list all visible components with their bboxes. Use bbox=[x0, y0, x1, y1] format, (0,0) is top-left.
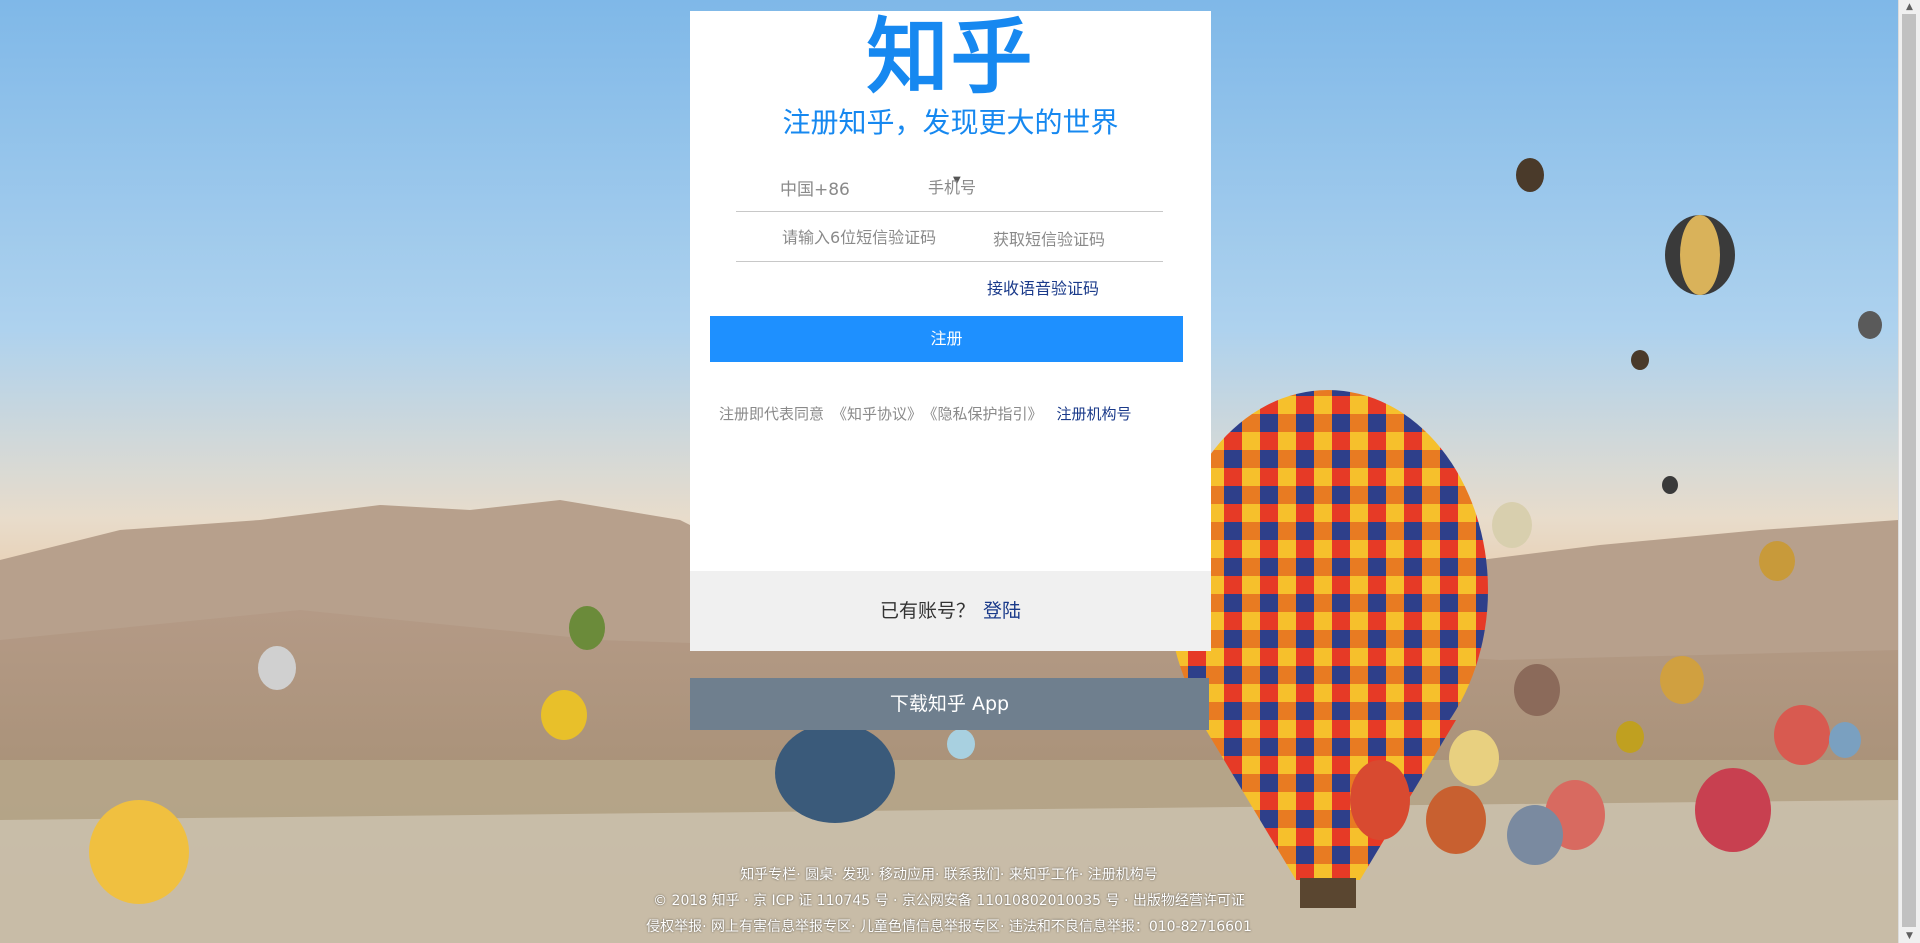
download-app-button[interactable]: 下载知乎 App bbox=[690, 678, 1209, 730]
vertical-scrollbar[interactable]: ▲ ▼ bbox=[1898, 0, 1920, 943]
register-button[interactable]: 注册 bbox=[710, 316, 1183, 362]
footer-link[interactable]: 移动应用 bbox=[879, 867, 935, 883]
privacy-link[interactable]: 《隐私保护指引》 bbox=[930, 405, 1043, 423]
footer-link[interactable]: 注册机构号 bbox=[1088, 867, 1158, 883]
zhihu-logo: 知乎 bbox=[866, 10, 1035, 105]
footer-link[interactable]: 来知乎工作 bbox=[1009, 867, 1079, 883]
footer-report-link[interactable]: 网上有害信息举报专区 bbox=[711, 919, 851, 935]
login-bar: 已有账号？ 登陆 bbox=[690, 571, 1211, 651]
agreement-prefix: 注册即代表同意 bbox=[719, 405, 825, 423]
slogan: 注册知乎，发现更大的世界 bbox=[782, 106, 1119, 139]
org-register-link[interactable]: 注册机构号 bbox=[1057, 405, 1132, 423]
footer-report-links: 侵权举报· 网上有害信息举报专区· 儿童色情信息举报专区· 违法和不良信息举报：… bbox=[646, 919, 1252, 935]
footer-link[interactable]: 知乎专栏 bbox=[740, 867, 796, 883]
terms-link[interactable]: 《知乎协议》 bbox=[832, 405, 922, 423]
phone-input[interactable] bbox=[926, 174, 1160, 200]
voice-code-link[interactable]: 接收语音验证码 bbox=[987, 275, 1099, 299]
phone-row: 中国+86 ▼ bbox=[736, 161, 1163, 212]
footer-link[interactable]: 圆桌 bbox=[805, 867, 833, 883]
footer-copyright: © 2018 知乎 · 京 ICP 证 110745 号 · 京公网安备 110… bbox=[653, 893, 1245, 909]
login-prompt: 已有账号？ bbox=[879, 600, 975, 622]
footer-link[interactable]: 发现 bbox=[842, 867, 870, 883]
footer-report-link[interactable]: 违法和不良信息举报：010-82716601 bbox=[1009, 919, 1252, 935]
country-code-select[interactable]: 中国+86 bbox=[780, 175, 850, 200]
sms-code-row: 获取短信验证码 bbox=[736, 211, 1163, 262]
footer-link[interactable]: 联系我们 bbox=[944, 867, 1000, 883]
get-sms-code-button[interactable]: 获取短信验证码 bbox=[993, 226, 1105, 250]
scroll-down-arrow-icon[interactable]: ▼ bbox=[1899, 929, 1920, 943]
scroll-up-arrow-icon[interactable]: ▲ bbox=[1899, 0, 1920, 14]
footer-report-link[interactable]: 儿童色情信息举报专区 bbox=[860, 919, 1000, 935]
login-link[interactable]: 登陆 bbox=[983, 600, 1021, 622]
agreement-text: 注册即代表同意 《知乎协议》 《隐私保护指引》 注册机构号 bbox=[719, 403, 1140, 424]
footer-links: 知乎专栏· 圆桌· 发现· 移动应用· 联系我们· 来知乎工作· 注册机构号 bbox=[740, 867, 1158, 883]
footer-report-link[interactable]: 侵权举报 bbox=[646, 919, 702, 935]
signup-card: 知乎 注册知乎，发现更大的世界 中国+86 ▼ 获取短信验证码 接收语音验证码 … bbox=[690, 11, 1211, 651]
scrollbar-thumb[interactable] bbox=[1902, 14, 1916, 927]
sms-code-input[interactable] bbox=[780, 224, 984, 250]
